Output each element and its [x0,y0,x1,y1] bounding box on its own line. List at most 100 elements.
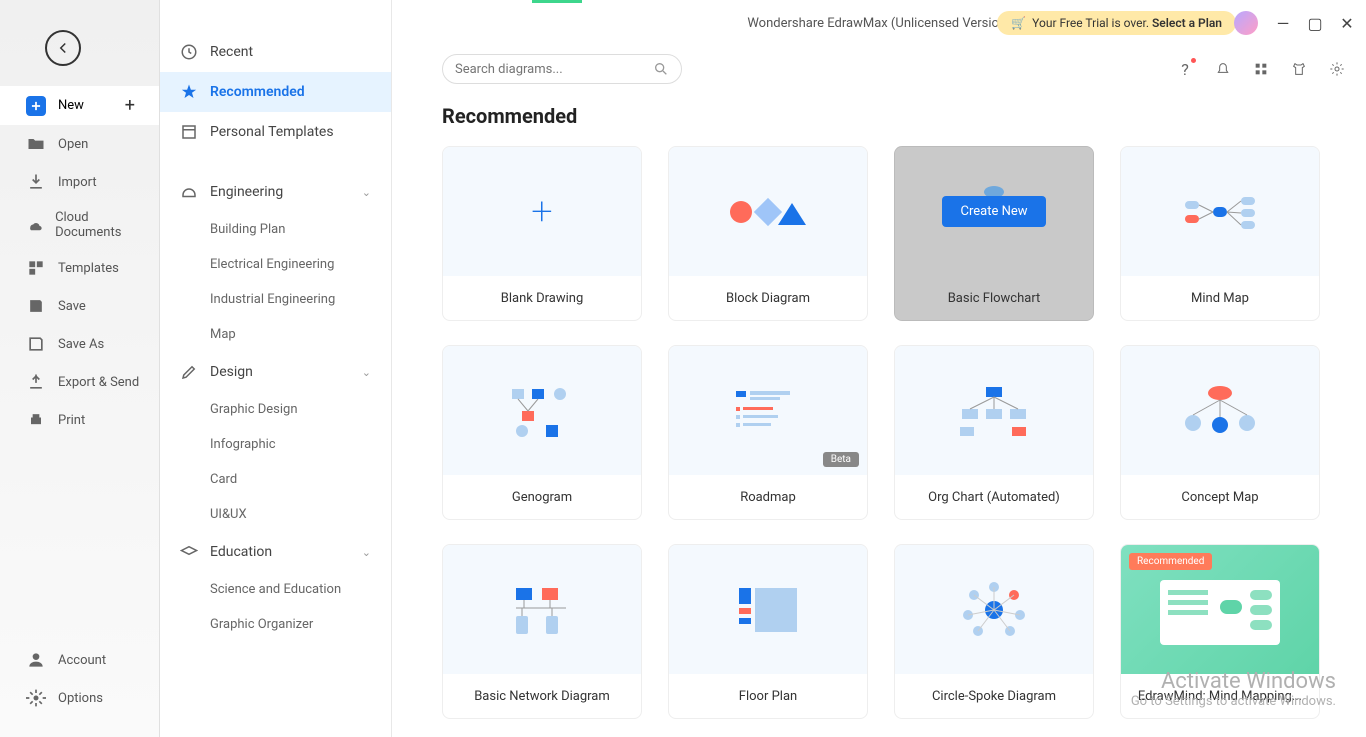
cat-sub-uiux[interactable]: UI&UX [160,497,391,532]
cat-sub-industrial[interactable]: Industrial Engineering [160,282,391,317]
cat-sub-organizer[interactable]: Graphic Organizer [160,607,391,642]
card-label: Circle-Spoke Diagram [895,674,1093,718]
cat-sub-electrical[interactable]: Electrical Engineering [160,247,391,282]
back-button[interactable] [45,30,81,66]
cat-sub-graphic[interactable]: Graphic Design [160,392,391,427]
card-preview [1121,346,1319,475]
cat-label: Personal Templates [210,124,334,140]
sidebar-categories: Recent Recommended Personal Templates En… [160,0,392,737]
template-card[interactable]: Org Chart (Automated) [894,345,1094,520]
nav-label: Save As [58,337,104,352]
nav-label: Open [58,137,88,152]
nav-account[interactable]: Account [0,641,159,679]
create-new-button[interactable]: Create New [942,196,1045,227]
nav-import[interactable]: Import [0,163,159,201]
avatar[interactable] [1234,11,1258,35]
template-card[interactable]: Floor Plan [668,544,868,719]
cat-engineering[interactable]: Engineering ⌄ [160,172,391,212]
settings-icon[interactable] [1328,60,1346,78]
beta-badge: Beta [823,452,859,467]
cat-sub-card[interactable]: Card [160,462,391,497]
cat-label: Education [210,544,272,560]
close-button[interactable]: ✕ [1340,16,1354,30]
nav-new[interactable]: New + [0,86,159,125]
toolbar-row: ? [392,46,1366,92]
card-preview [1121,147,1319,276]
maximize-button[interactable]: ▢ [1308,16,1322,30]
card-preview: + [443,147,641,276]
nav-open[interactable]: Open [0,125,159,163]
cat-education[interactable]: Education ⌄ [160,532,391,572]
cat-sub-map[interactable]: Map [160,317,391,352]
add-icon[interactable]: + [125,95,135,116]
nav-export[interactable]: Export & Send [0,363,159,401]
tool-icons: ? [1176,60,1346,78]
helmet-icon [180,183,198,201]
nav-label: Templates [58,261,119,276]
print-icon [26,410,46,430]
nav-cloud[interactable]: Cloud Documents [0,201,159,249]
nav-save[interactable]: Save [0,287,159,325]
recommended-badge: Recommended [1129,553,1212,570]
folder-icon [26,134,46,154]
nav-options[interactable]: Options [0,679,159,717]
search-input[interactable] [455,62,653,77]
template-card[interactable]: Block Diagram [668,146,868,321]
card-preview [895,545,1093,674]
account-icon [26,650,46,670]
apps-icon[interactable] [1252,60,1270,78]
chevron-down-icon: ⌄ [362,186,371,199]
tshirt-icon[interactable] [1290,60,1308,78]
template-card[interactable]: RecommendedEdrawMind: Mind Mapping... [1120,544,1320,719]
nav-label: Cloud Documents [55,210,143,240]
plus-icon [26,96,46,116]
saveas-icon [26,334,46,354]
nav-label: Print [58,413,85,428]
templates-icon [26,258,46,278]
cat-sub-science[interactable]: Science and Education [160,572,391,607]
nav-templates[interactable]: Templates [0,249,159,287]
chevron-down-icon: ⌄ [362,546,371,559]
nav-print[interactable]: Print [0,401,159,439]
cat-label: Recent [210,44,253,60]
template-card[interactable]: Basic Network Diagram [442,544,642,719]
cat-sub-building[interactable]: Building Plan [160,212,391,247]
card-preview: Beta [669,346,867,475]
template-card[interactable]: +Blank Drawing [442,146,642,321]
nav-label: Account [58,653,106,668]
pencil-icon [180,363,198,381]
template-card[interactable]: BetaRoadmap [668,345,868,520]
cat-personal[interactable]: Personal Templates [160,112,391,152]
nav-saveas[interactable]: Save As [0,325,159,363]
help-icon[interactable]: ? [1176,60,1194,78]
app-title: Wondershare EdrawMax (Unlicensed Version… [747,16,1010,31]
card-preview: Create New [895,147,1093,276]
cat-sub-infographic[interactable]: Infographic [160,427,391,462]
minimize-button[interactable]: — [1276,16,1290,30]
cat-design[interactable]: Design ⌄ [160,352,391,392]
nav-label: Save [58,299,86,314]
template-card[interactable]: Mind Map [1120,146,1320,321]
trial-banner[interactable]: 🛒 Your Free Trial is over. Select a Plan [997,11,1236,35]
card-label: Floor Plan [669,674,867,718]
cat-recent[interactable]: Recent [160,32,391,72]
cat-label: Engineering [210,184,283,200]
sidebar-primary: New + Open Import Cloud Documents Templa… [0,0,160,737]
template-card[interactable]: Create NewBasic Flowchart [894,146,1094,321]
nav-label: Import [58,175,97,190]
template-icon [180,123,198,141]
template-card[interactable]: Circle-Spoke Diagram [894,544,1094,719]
template-card[interactable]: Genogram [442,345,642,520]
export-icon [26,372,46,392]
cloud-icon [26,215,43,235]
import-icon [26,172,46,192]
search-box[interactable] [442,54,682,84]
card-preview: Recommended [1121,545,1319,674]
trial-text: Your Free Trial is over. [1032,16,1152,30]
cat-recommended[interactable]: Recommended [160,72,391,112]
gear-icon [26,688,46,708]
template-card[interactable]: Concept Map [1120,345,1320,520]
clock-icon [180,43,198,61]
bell-icon[interactable] [1214,60,1232,78]
cart-icon: 🛒 [1011,16,1026,30]
